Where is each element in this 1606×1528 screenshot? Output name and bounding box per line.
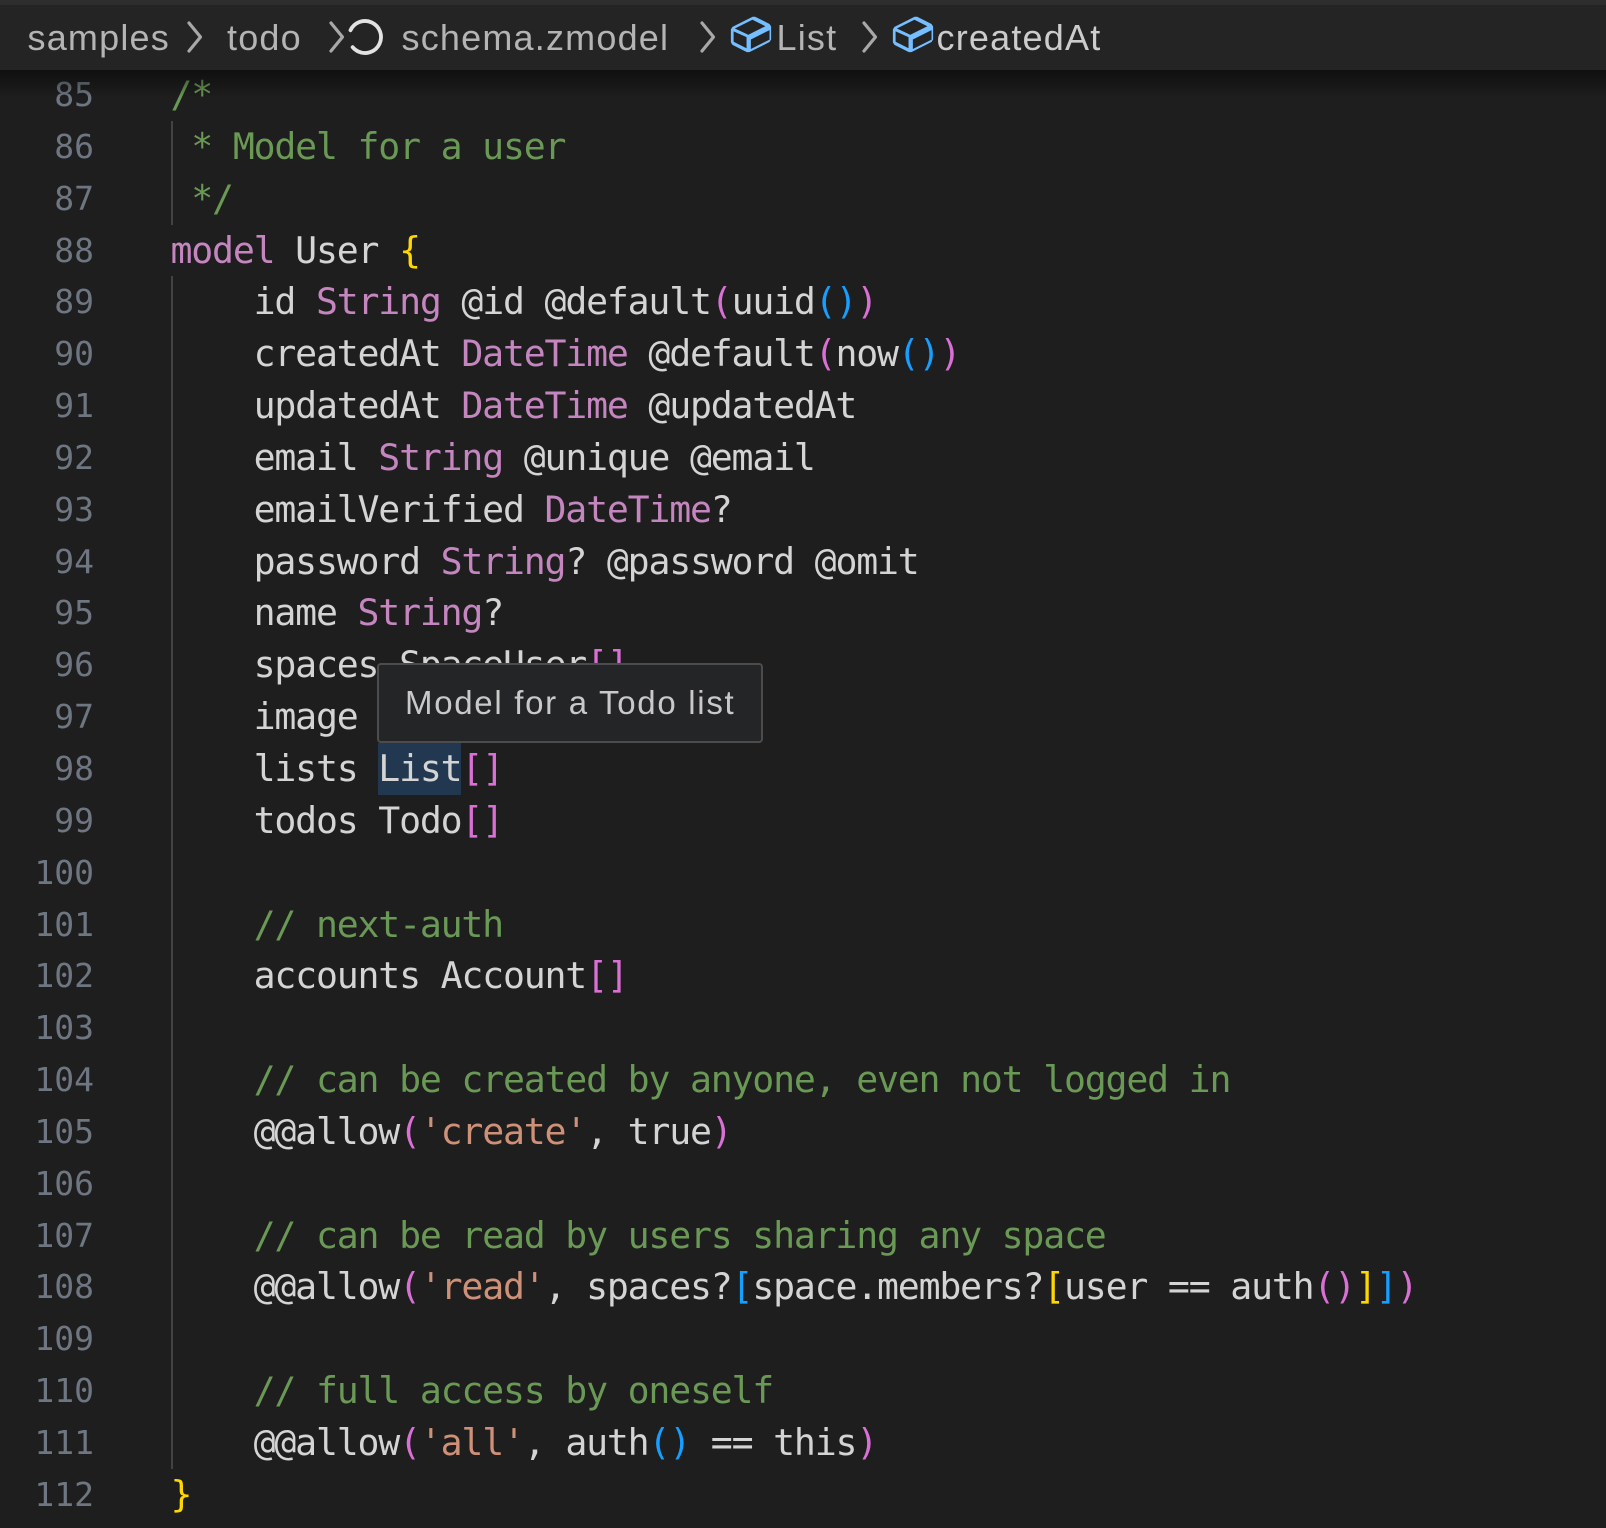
line-number: 97 [0,691,94,743]
code-line: // next-auth [171,899,1418,951]
code-line: @@allow('read', spaces?[space.members?[u… [171,1261,1418,1313]
line-number: 108 [0,1261,94,1313]
breadcrumb-item-file[interactable]: schema.zmodel [402,5,670,70]
breadcrumb: samples todo schema.zmodel List createdA… [0,5,1606,70]
code-line: emailVerified DateTime? [171,484,1418,536]
code-line: // can be read by users sharing any spac… [171,1210,1418,1262]
symbol-cube-icon [728,11,774,66]
line-number: 89 [0,276,94,328]
code-line: name String? [171,587,1418,639]
line-number: 85 [0,69,94,121]
line-number: 93 [0,484,94,536]
line-number: 104 [0,1054,94,1106]
code-line: id String @id @default(uuid()) [171,276,1418,328]
breadcrumb-item-symbol-createdat[interactable]: createdAt [937,5,1102,70]
code-line [171,1158,1418,1210]
code-line: * Model for a user [171,121,1418,173]
code-line: image [171,691,1418,743]
line-number: 87 [0,173,94,225]
line-number: 91 [0,380,94,432]
line-number: 110 [0,1365,94,1417]
code-line: email String @unique @email [171,432,1418,484]
code-line: @@allow('create', true) [171,1106,1418,1158]
code-line: accounts Account[] [171,950,1418,1002]
line-number: 103 [0,1002,94,1054]
breadcrumb-item-symbol-list[interactable]: List [777,5,838,70]
code-line: /* [171,69,1418,121]
line-number: 107 [0,1210,94,1262]
code-line: @@allow('all', auth() == this) [171,1417,1418,1469]
code-area[interactable]: /* * Model for a user */model User { id … [171,69,1418,1521]
line-number: 86 [0,121,94,173]
line-number-gutter: 8586878889909192939495969798991001011021… [0,69,94,1521]
line-number: 109 [0,1313,94,1365]
chevron-right-icon [859,19,881,64]
hover-tooltip-text: Model for a Todo list [405,684,735,722]
line-number: 95 [0,587,94,639]
code-line: } [171,1469,1418,1521]
line-number: 102 [0,950,94,1002]
chevron-right-icon [697,19,719,64]
code-line: model User { [171,225,1418,277]
code-line: createdAt DateTime @default(now()) [171,328,1418,380]
line-number: 105 [0,1106,94,1158]
line-number: 94 [0,536,94,588]
symbol-cube-icon [890,11,936,66]
code-line: password String? @password @omit [171,536,1418,588]
editor-pane[interactable]: 8586878889909192939495969798991001011021… [0,0,1606,1528]
code-line [171,1313,1418,1365]
code-line [171,847,1418,899]
breadcrumb-item-todo[interactable]: todo [227,5,302,70]
line-number: 98 [0,743,94,795]
line-number: 112 [0,1469,94,1521]
code-line: */ [171,173,1418,225]
line-number: 88 [0,225,94,277]
code-line: spaces SpaceUser[] [171,639,1418,691]
chevron-right-icon [184,19,206,64]
loading-icon [345,17,385,66]
line-number: 100 [0,847,94,899]
code-line: // can be created by anyone, even not lo… [171,1054,1418,1106]
line-number: 90 [0,328,94,380]
line-number: 99 [0,795,94,847]
code-line [171,1002,1418,1054]
line-number: 96 [0,639,94,691]
line-number: 92 [0,432,94,484]
code-line: // full access by oneself [171,1365,1418,1417]
line-number: 111 [0,1417,94,1469]
code-line: updatedAt DateTime @updatedAt [171,380,1418,432]
code-line: todos Todo[] [171,795,1418,847]
line-number: 101 [0,899,94,951]
breadcrumb-item-samples[interactable]: samples [28,5,170,70]
code-line: lists List[] [171,743,1418,795]
line-number: 106 [0,1158,94,1210]
hover-tooltip: Model for a Todo list [377,663,763,743]
